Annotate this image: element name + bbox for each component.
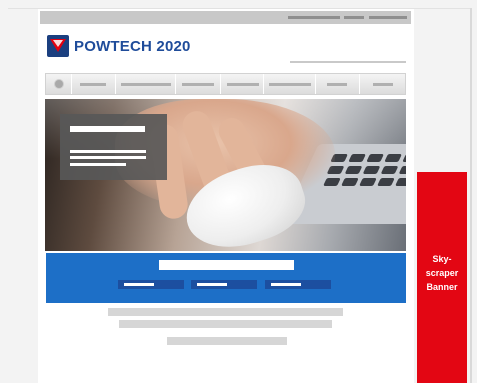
nav-label-placeholder: [182, 83, 214, 86]
brand-name: POWTECH 2020: [74, 37, 191, 55]
nav-label-placeholder: [227, 83, 259, 86]
web-page: POWTECH 2020: [38, 9, 414, 383]
nav-item-1[interactable]: [72, 74, 116, 94]
nav-label-placeholder: [269, 83, 311, 86]
caption-text-placeholder: [70, 156, 146, 159]
promo-button-label-placeholder: [197, 283, 227, 286]
nav-item-home[interactable]: [46, 74, 72, 94]
promo-button-3[interactable]: [265, 280, 331, 289]
caption-text-placeholder: [70, 163, 126, 166]
utility-link-1[interactable]: [288, 16, 340, 19]
content-text-placeholder: [108, 308, 343, 316]
nav-item-7[interactable]: [360, 74, 406, 94]
skyscraper-banner[interactable]: Sky- scraper Banner: [417, 172, 467, 383]
nav-label-placeholder: [373, 83, 393, 86]
home-icon: [54, 79, 64, 89]
utility-link-2[interactable]: [344, 16, 364, 19]
nav-label-placeholder: [327, 83, 347, 86]
content-text-placeholder: [167, 337, 287, 345]
nav-item-4[interactable]: [221, 74, 264, 94]
caption-text-placeholder: [70, 150, 146, 153]
utility-link-3[interactable]: [369, 16, 407, 19]
main-navigation: [45, 73, 406, 95]
hero-caption-box: [60, 114, 167, 180]
promo-button-1[interactable]: [118, 280, 184, 289]
powtech-logo-icon: [47, 35, 69, 57]
content-text-placeholder: [119, 320, 332, 328]
promo-title-placeholder: [159, 260, 294, 270]
top-utility-bar: [40, 11, 411, 24]
banner-label-line-2: scraper: [425, 268, 459, 278]
header-placeholder-line: [290, 61, 406, 63]
site-logo[interactable]: POWTECH 2020: [47, 35, 191, 57]
banner-label-line-3: Banner: [426, 282, 458, 292]
nav-item-2[interactable]: [116, 74, 176, 94]
promo-button-2[interactable]: [191, 280, 257, 289]
frame-edge-right: [470, 8, 472, 383]
nav-label-placeholder: [80, 83, 106, 86]
banner-label: Sky- scraper Banner: [417, 252, 467, 294]
promo-strip: [46, 253, 406, 303]
promo-button-label-placeholder: [124, 283, 154, 286]
nav-item-6[interactable]: [316, 74, 360, 94]
nav-item-5[interactable]: [264, 74, 316, 94]
promo-button-label-placeholder: [271, 283, 301, 286]
caption-title-placeholder: [70, 126, 145, 132]
nav-label-placeholder: [121, 83, 171, 86]
banner-label-line-1: Sky-: [432, 254, 452, 264]
nav-item-3[interactable]: [176, 74, 221, 94]
